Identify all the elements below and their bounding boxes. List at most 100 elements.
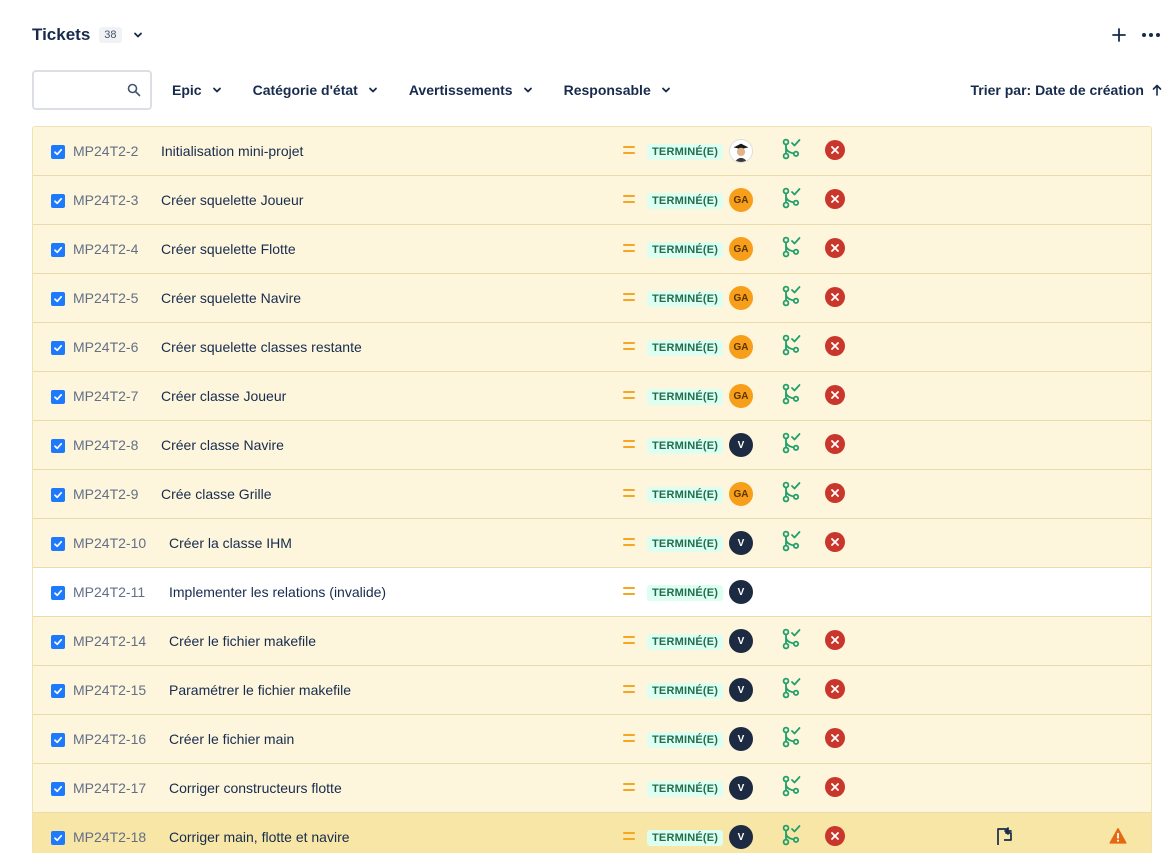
avatar[interactable]: GA — [729, 335, 753, 359]
merged-pull-request-icon[interactable] — [782, 628, 802, 650]
table-row[interactable]: MP24T2-18 Corriger main, flotte et navir… — [33, 813, 1151, 853]
status-badge[interactable]: TERMINÉ(E) — [647, 242, 724, 258]
issue-summary[interactable]: Corriger main, flotte et navire — [169, 829, 350, 845]
status-badge[interactable]: TERMINÉ(E) — [647, 830, 724, 846]
avatar[interactable]: V — [729, 629, 753, 653]
issue-key[interactable]: MP24T2-2 — [73, 143, 138, 159]
table-row[interactable]: MP24T2-15 Paramétrer le fichier makefile… — [33, 666, 1151, 715]
table-row[interactable]: MP24T2-16 Créer le fichier main TERMINÉ(… — [33, 715, 1151, 764]
cancel-icon[interactable] — [825, 679, 845, 699]
issue-key[interactable]: MP24T2-11 — [73, 584, 145, 600]
merged-pull-request-icon[interactable] — [782, 726, 802, 748]
issue-key[interactable]: MP24T2-14 — [73, 633, 146, 649]
done-checkbox-icon[interactable] — [51, 439, 65, 453]
table-row[interactable]: MP24T2-17 Corriger constructeurs flotte … — [33, 764, 1151, 813]
cancel-icon[interactable] — [825, 385, 845, 405]
issue-key[interactable]: MP24T2-5 — [73, 290, 138, 306]
avatar[interactable]: V — [729, 727, 753, 751]
merged-pull-request-icon[interactable] — [782, 432, 802, 454]
done-checkbox-icon[interactable] — [51, 243, 65, 257]
issue-key[interactable]: MP24T2-18 — [73, 829, 146, 845]
issue-summary[interactable]: Créer classe Joueur — [161, 388, 286, 404]
cancel-icon[interactable] — [825, 532, 845, 552]
issue-key[interactable]: MP24T2-9 — [73, 486, 138, 502]
done-checkbox-icon[interactable] — [51, 341, 65, 355]
merged-pull-request-icon[interactable] — [782, 383, 802, 405]
avatar[interactable]: GA — [729, 237, 753, 261]
avatar[interactable] — [729, 139, 753, 163]
issue-summary[interactable]: Implementer les relations (invalide) — [169, 584, 386, 600]
search-input[interactable] — [42, 72, 130, 108]
status-badge[interactable]: TERMINÉ(E) — [647, 732, 724, 748]
status-badge[interactable]: TERMINÉ(E) — [647, 634, 724, 650]
cancel-icon[interactable] — [825, 728, 845, 748]
chevron-down-icon[interactable] — [130, 27, 146, 43]
issue-summary[interactable]: Créer squelette Joueur — [161, 192, 303, 208]
issue-key[interactable]: MP24T2-7 — [73, 388, 138, 404]
issue-key[interactable]: MP24T2-3 — [73, 192, 138, 208]
issue-key[interactable]: MP24T2-4 — [73, 241, 138, 257]
done-checkbox-icon[interactable] — [51, 635, 65, 649]
issue-summary[interactable]: Créer squelette classes restante — [161, 339, 362, 355]
merged-pull-request-icon[interactable] — [782, 677, 802, 699]
issue-summary[interactable]: Crée classe Grille — [161, 486, 271, 502]
issue-key[interactable]: MP24T2-8 — [73, 437, 138, 453]
avatar[interactable]: V — [729, 433, 753, 457]
cancel-icon[interactable] — [825, 189, 845, 209]
done-checkbox-icon[interactable] — [51, 390, 65, 404]
merged-pull-request-icon[interactable] — [782, 775, 802, 797]
table-row[interactable]: MP24T2-2 Initialisation mini-projet TERM… — [33, 127, 1151, 176]
avatar[interactable]: V — [729, 678, 753, 702]
table-row[interactable]: MP24T2-7 Créer classe Joueur TERMINÉ(E) … — [33, 372, 1151, 421]
issue-key[interactable]: MP24T2-16 — [73, 731, 146, 747]
cancel-icon[interactable] — [825, 777, 845, 797]
merged-pull-request-icon[interactable] — [782, 285, 802, 307]
avatar[interactable]: V — [729, 825, 753, 849]
cancel-icon[interactable] — [825, 630, 845, 650]
table-row[interactable]: MP24T2-5 Créer squelette Navire TERMINÉ(… — [33, 274, 1151, 323]
issue-key[interactable]: MP24T2-6 — [73, 339, 138, 355]
issue-summary[interactable]: Corriger constructeurs flotte — [169, 780, 342, 796]
status-badge[interactable]: TERMINÉ(E) — [647, 536, 724, 552]
merged-pull-request-icon[interactable] — [782, 481, 802, 503]
done-checkbox-icon[interactable] — [51, 194, 65, 208]
avatar[interactable]: V — [729, 531, 753, 555]
cancel-icon[interactable] — [825, 483, 845, 503]
status-category-filter-button[interactable]: Catégorie d'état — [245, 74, 386, 106]
table-row[interactable]: MP24T2-14 Créer le fichier makefile TERM… — [33, 617, 1151, 666]
cancel-icon[interactable] — [825, 826, 845, 846]
issue-key[interactable]: MP24T2-15 — [73, 682, 146, 698]
merged-pull-request-icon[interactable] — [782, 187, 802, 209]
issue-summary[interactable]: Créer squelette Flotte — [161, 241, 296, 257]
done-checkbox-icon[interactable] — [51, 684, 65, 698]
merged-pull-request-icon[interactable] — [782, 530, 802, 552]
done-checkbox-icon[interactable] — [51, 586, 65, 600]
cancel-icon[interactable] — [825, 336, 845, 356]
merged-pull-request-icon[interactable] — [782, 334, 802, 356]
table-row[interactable]: MP24T2-6 Créer squelette classes restant… — [33, 323, 1151, 372]
avatar[interactable]: V — [729, 776, 753, 800]
done-checkbox-icon[interactable] — [51, 292, 65, 306]
issue-summary[interactable]: Créer le fichier main — [169, 731, 294, 747]
avatar[interactable]: GA — [729, 188, 753, 212]
status-badge[interactable]: TERMINÉ(E) — [647, 683, 724, 699]
avatar[interactable]: GA — [729, 482, 753, 506]
status-badge[interactable]: TERMINÉ(E) — [647, 144, 724, 160]
avatar[interactable]: GA — [729, 286, 753, 310]
status-badge[interactable]: TERMINÉ(E) — [647, 781, 724, 797]
cancel-icon[interactable] — [825, 434, 845, 454]
status-badge[interactable]: TERMINÉ(E) — [647, 340, 724, 356]
warnings-filter-button[interactable]: Avertissements — [401, 74, 541, 106]
status-badge[interactable]: TERMINÉ(E) — [647, 438, 724, 454]
issue-key[interactable]: MP24T2-17 — [73, 780, 146, 796]
avatar[interactable]: V — [729, 580, 753, 604]
merged-pull-request-icon[interactable] — [782, 236, 802, 258]
issue-summary[interactable]: Créer squelette Navire — [161, 290, 301, 306]
cancel-icon[interactable] — [825, 238, 845, 258]
sort-button[interactable]: Trier par: Date de création — [970, 74, 1162, 106]
done-checkbox-icon[interactable] — [51, 733, 65, 747]
status-badge[interactable]: TERMINÉ(E) — [647, 389, 724, 405]
table-row[interactable]: MP24T2-4 Créer squelette Flotte TERMINÉ(… — [33, 225, 1151, 274]
table-row[interactable]: MP24T2-8 Créer classe Navire TERMINÉ(E) … — [33, 421, 1151, 470]
issue-summary[interactable]: Initialisation mini-projet — [161, 143, 303, 159]
